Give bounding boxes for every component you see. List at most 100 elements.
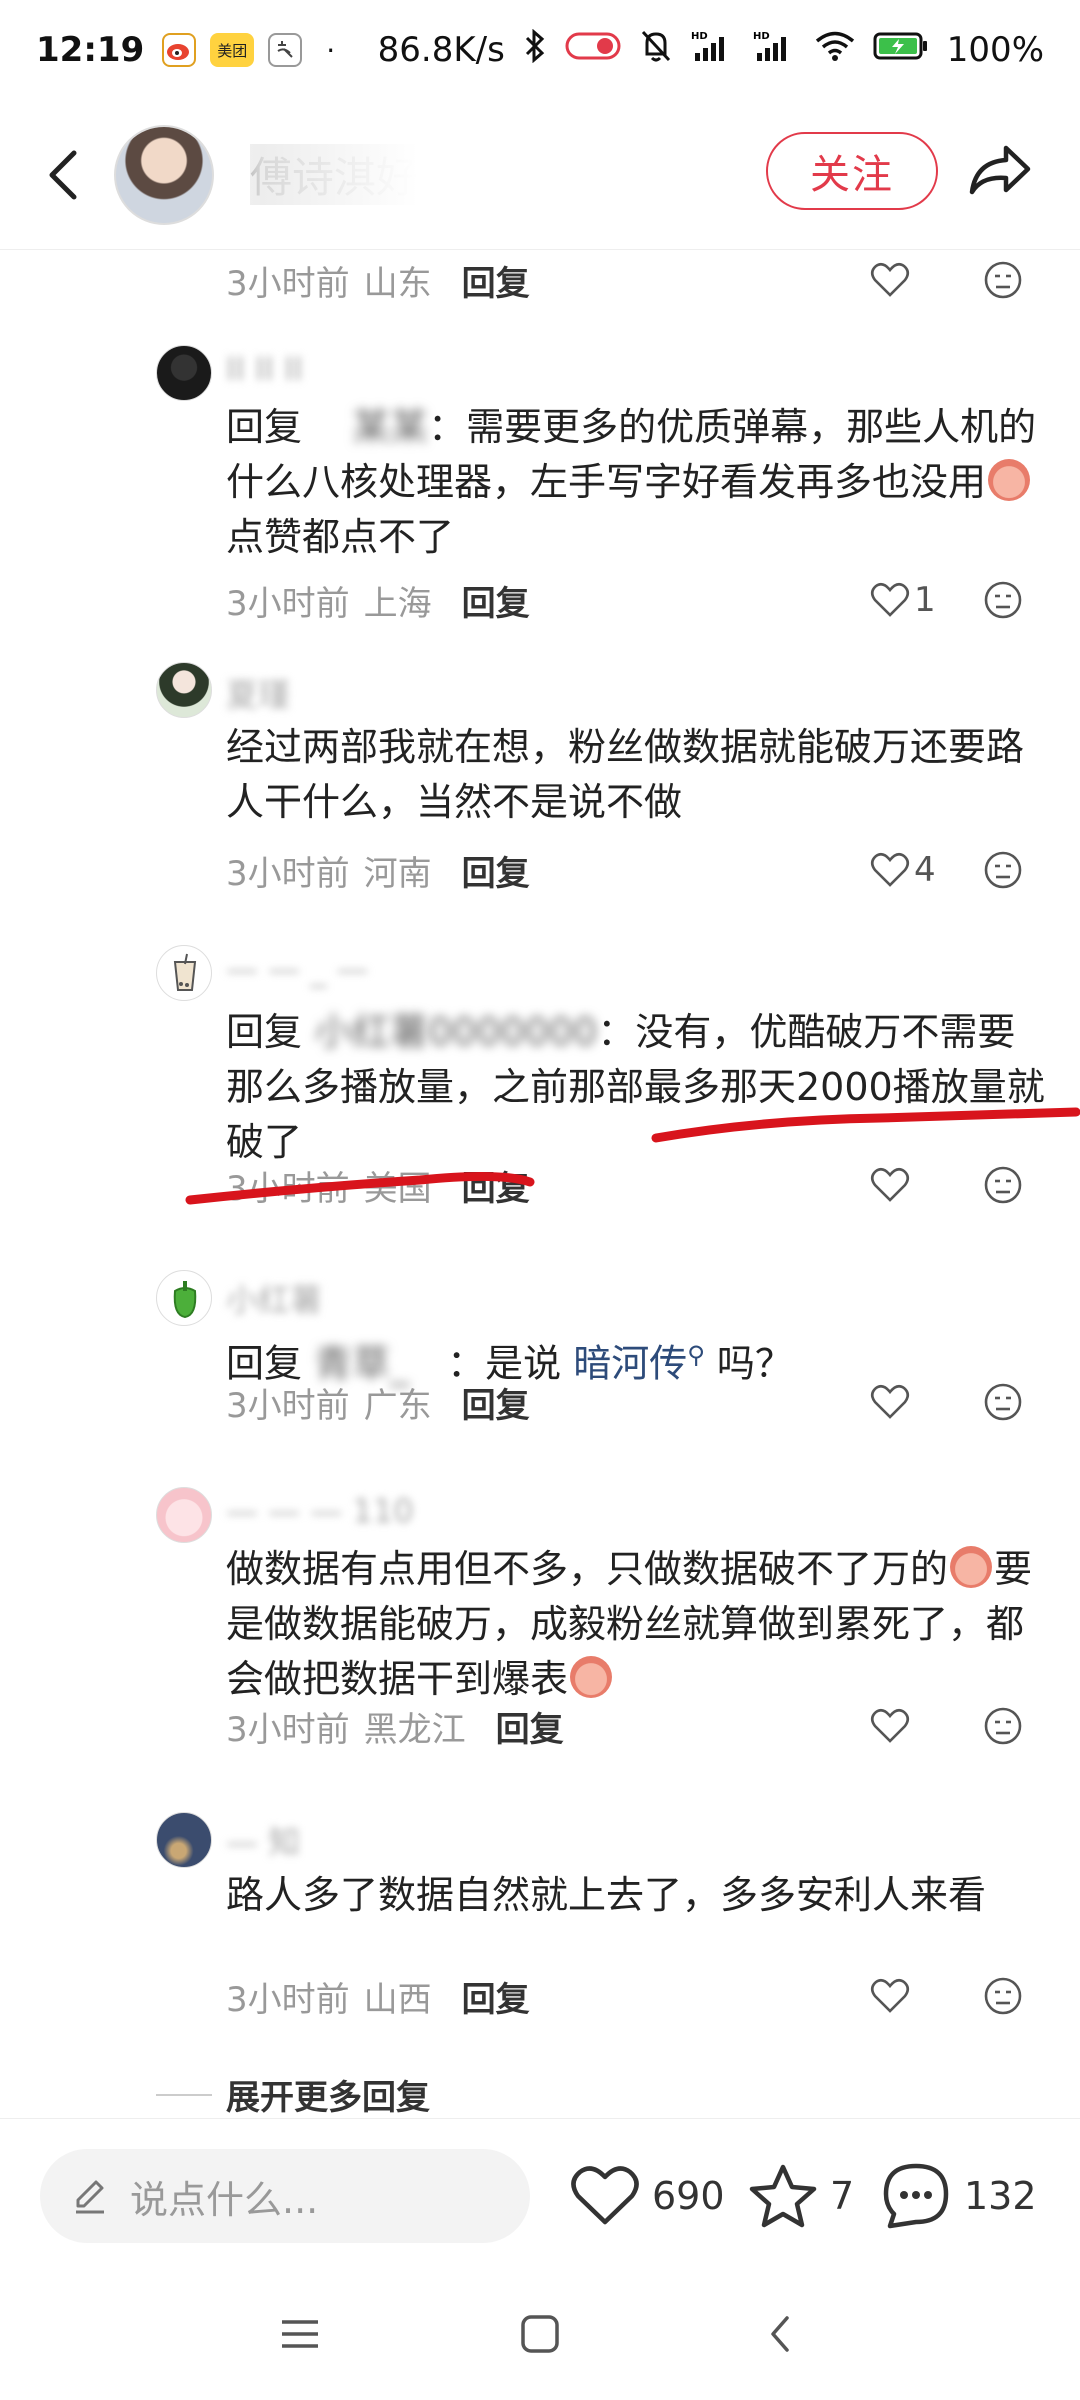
svg-text:HD: HD: [753, 31, 770, 42]
dislike-button[interactable]: [980, 577, 1026, 623]
nav-back-button[interactable]: [740, 2294, 820, 2374]
comment-meta: 3小时前 黑龙江 回复: [226, 1696, 1046, 1756]
like-button[interactable]: 1: [870, 580, 980, 620]
like-button[interactable]: [870, 262, 980, 298]
nav-menu-button[interactable]: [260, 2294, 340, 2374]
like-button[interactable]: [870, 1978, 980, 2014]
crying-emoji-icon: [570, 1656, 613, 1698]
crying-emoji-icon: [988, 459, 1031, 501]
commenter-name[interactable]: II II II: [226, 350, 303, 390]
commenter-avatar[interactable]: [156, 1270, 212, 1326]
commenter-avatar[interactable]: [156, 1487, 212, 1543]
commenter-name[interactable]: 夏瑾: [226, 670, 290, 714]
frown-face-icon: [984, 1977, 1022, 2015]
dislike-button[interactable]: [980, 1703, 1026, 1749]
share-button[interactable]: [960, 130, 1040, 210]
menu-icon: [282, 2320, 318, 2348]
green-pepper-icon: [173, 1281, 197, 1319]
like-count: 1: [914, 580, 936, 620]
bubble-tea-icon: [173, 953, 197, 991]
frown-face-icon: [984, 1383, 1022, 1421]
like-post-button[interactable]: 690: [570, 2149, 725, 2243]
pencil-icon: [76, 2180, 104, 2214]
dislike-button[interactable]: [980, 847, 1026, 893]
comment-text: 经过两部我就在想，粉丝做数据就能破万还要路人干什么，当然不是说不做: [226, 725, 1025, 824]
comment-meta: 3小时前 山东 回复: [226, 250, 1046, 310]
header: 傅诗淇好 关注: [0, 100, 1080, 250]
status-time: 12:19: [36, 30, 145, 70]
commenter-avatar[interactable]: [156, 345, 212, 401]
like-button[interactable]: [870, 1384, 980, 1420]
commenter-name[interactable]: — — _ —: [226, 950, 369, 990]
post-like-count: 690: [652, 2174, 725, 2218]
like-button[interactable]: [870, 1708, 980, 1744]
heart-icon: [870, 1384, 910, 1419]
network-speed: 86.8K/s: [377, 30, 505, 70]
like-button[interactable]: 4: [870, 850, 980, 890]
heart-icon: [870, 1167, 910, 1202]
like-count: 4: [914, 850, 936, 890]
reply-button[interactable]: 回复: [462, 1161, 530, 1210]
heart-icon: [870, 1978, 910, 2013]
favorite-count: 7: [830, 2174, 855, 2218]
expand-more-replies[interactable]: 展开更多回复: [156, 2070, 430, 2119]
favorite-button[interactable]: 7: [748, 2149, 854, 2243]
heart-icon: [571, 2166, 639, 2225]
frown-face-icon: [984, 1166, 1022, 1204]
search-icon: ⚲: [687, 1341, 705, 1369]
status-bar: 12:19 美团 · 86.8K/s HD HD 100%: [0, 0, 1080, 100]
mute-bell-icon: [639, 28, 673, 73]
comment-location: 山东: [363, 263, 432, 304]
vpn-toggle-icon: [565, 30, 621, 71]
heart-icon: [870, 582, 910, 617]
comment-meta: 3小时前 美国 回复: [226, 1155, 1046, 1215]
frown-face-icon: [984, 851, 1022, 889]
commenter-name[interactable]: — 知: [226, 1817, 300, 1861]
comment-meta: 3小时前 上海 回复 1: [226, 570, 1046, 630]
share-icon: [969, 145, 1031, 195]
heart-icon: [870, 852, 910, 887]
like-button[interactable]: [870, 1167, 980, 1203]
commenter-avatar[interactable]: [156, 945, 212, 1001]
comment-time: 3小时前: [226, 263, 350, 304]
svg-text:HD: HD: [691, 31, 708, 42]
commenter-avatar[interactable]: [156, 1812, 212, 1868]
dislike-button[interactable]: [980, 257, 1026, 303]
bluetooth-icon: [523, 28, 547, 72]
star-icon: [749, 2164, 817, 2228]
divider: [156, 2093, 212, 2096]
nav-home-button[interactable]: [500, 2294, 580, 2374]
reply-button[interactable]: 回复: [462, 1972, 530, 2021]
reply-button[interactable]: 回复: [462, 846, 530, 895]
dislike-button[interactable]: [980, 1379, 1026, 1425]
commenter-avatar[interactable]: [156, 662, 212, 718]
heart-icon: [870, 1708, 910, 1743]
comment-meta: 3小时前 广东 回复: [226, 1372, 1046, 1432]
status-dot: ·: [326, 33, 336, 67]
signal-icon-1: HD: [691, 29, 735, 72]
dislike-button[interactable]: [980, 1973, 1026, 2019]
reply-button[interactable]: 回复: [462, 1378, 530, 1427]
frown-face-icon: [984, 581, 1022, 619]
commenter-name[interactable]: — — — 110: [226, 1492, 414, 1532]
comment-text: 做数据有点用但不多，只做数据破不了万的 要是做数据能破万，成毅粉丝就算做到累死了，…: [226, 1546, 1033, 1701]
comment-meta: 3小时前 山西 回复: [226, 1966, 1046, 2026]
back-button[interactable]: [24, 135, 104, 215]
reply-button[interactable]: 回复: [496, 1702, 564, 1751]
chevron-left-icon: [771, 2316, 789, 2352]
reply-button[interactable]: 回复: [462, 576, 530, 625]
commenter-name[interactable]: 小红薯: [226, 1275, 322, 1319]
wifi-icon: [815, 30, 855, 71]
bottom-action-bar: 说点什么... 690 7 132: [0, 2118, 1080, 2268]
reply-button[interactable]: 回复: [462, 256, 530, 305]
comment-input[interactable]: 说点什么...: [40, 2149, 530, 2243]
comment-list: 3小时前 山东 回复 II II II 回复 某某：需要更多的优质弹幕，那些人机…: [0, 250, 1080, 2120]
heart-icon: [870, 262, 910, 297]
tiktok-icon: [268, 33, 303, 67]
author-avatar[interactable]: [114, 124, 214, 225]
comments-button[interactable]: 132: [880, 2149, 1037, 2243]
follow-button[interactable]: 关注: [766, 132, 938, 210]
dislike-button[interactable]: [980, 1162, 1026, 1208]
battery-percent: 100%: [946, 30, 1044, 70]
author-name[interactable]: 傅诗淇好: [250, 144, 419, 205]
